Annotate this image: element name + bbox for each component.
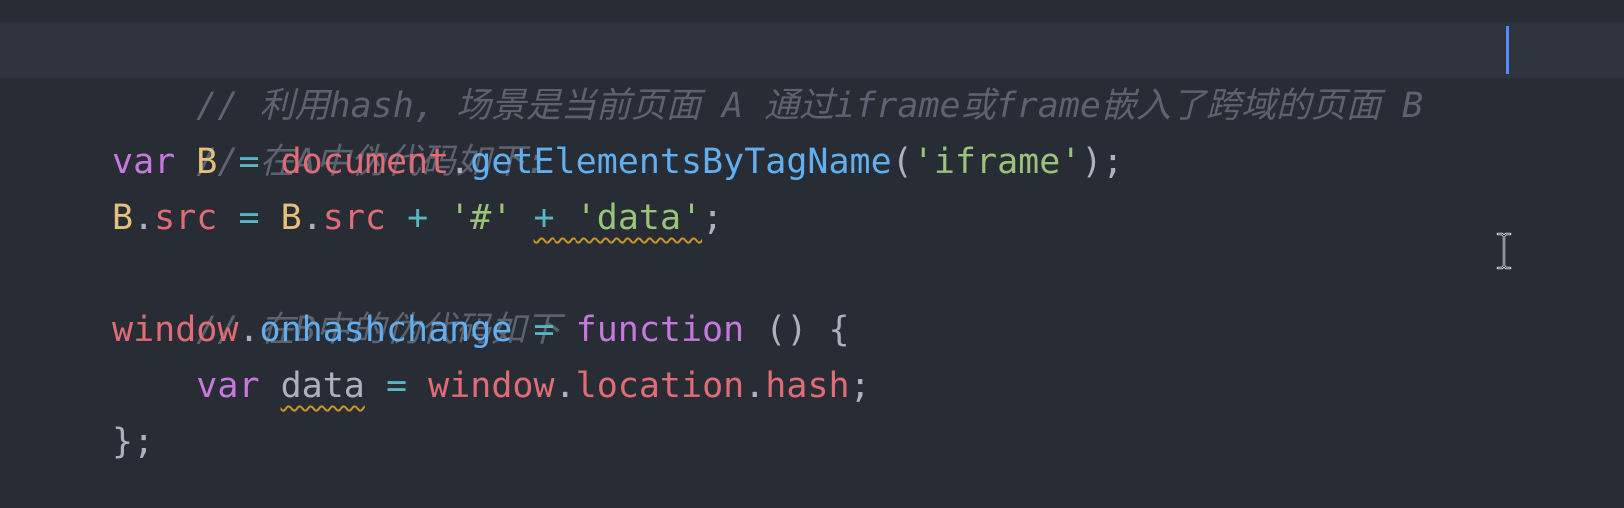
object-name: window [428, 366, 555, 406]
code-line-2[interactable]: // 在A中伪代码如下: [112, 78, 546, 182]
text-cursor-icon [1496, 232, 1512, 270]
keyword: function [575, 310, 745, 350]
string-literal: 'data' [575, 198, 703, 238]
keyword: var [112, 142, 176, 182]
code-line-5[interactable]: // 在B中的伪代码如下 [112, 246, 560, 350]
punctuation: ( [891, 142, 913, 182]
punctuation: . [133, 198, 155, 238]
object-name: window [112, 310, 239, 350]
string-literal: 'iframe' [912, 142, 1082, 182]
property-name: hash [765, 366, 850, 406]
variable-name: B [280, 198, 302, 238]
variable-name: data [280, 366, 365, 406]
code-line-6[interactable]: window.onhashchange = function () { [112, 302, 850, 358]
property-name: src [322, 198, 386, 238]
code-editor[interactable]: // 利用hash, 场景是当前页面 A 通过iframe或frame嵌入了跨域… [0, 0, 1624, 508]
punctuation: ); [1081, 142, 1124, 182]
operator: = [385, 366, 408, 406]
punctuation: . [449, 142, 471, 182]
text-caret [1506, 26, 1509, 74]
operator: + [407, 198, 429, 238]
punctuation: . [301, 198, 323, 238]
operator: = [238, 198, 260, 238]
code-line-4[interactable]: B.src = B.src + '#' + 'data'; [112, 190, 723, 246]
variable-name: B [196, 142, 218, 182]
operator: = [238, 142, 260, 182]
punctuation: }; [112, 422, 155, 462]
punctuation: . [238, 310, 260, 350]
function-name: getElementsByTagName [470, 142, 892, 182]
punctuation: { [828, 310, 850, 350]
code-line-3[interactable]: var B = document.getElementsByTagName('i… [112, 134, 1124, 190]
punctuation: ; [702, 198, 724, 238]
keyword: var [196, 366, 260, 406]
code-line-8[interactable]: }; [112, 414, 154, 470]
punctuation: ; [849, 366, 871, 406]
code-line-1[interactable]: // 利用hash, 场景是当前页面 A 通过iframe或frame嵌入了跨域… [112, 22, 1423, 126]
function-name: onhashchange [259, 310, 513, 350]
punctuation: . [744, 366, 766, 406]
operator: + [533, 198, 555, 238]
operator: = [533, 310, 555, 350]
property-name: src [154, 198, 218, 238]
code-line-7[interactable]: var data = window.location.hash; [112, 358, 871, 414]
object-name: document [280, 142, 450, 182]
string-literal: '#' [449, 198, 513, 238]
punctuation: . [554, 366, 576, 406]
punctuation: () [765, 310, 808, 350]
property-name: location [575, 366, 745, 406]
variable-name: B [112, 198, 134, 238]
